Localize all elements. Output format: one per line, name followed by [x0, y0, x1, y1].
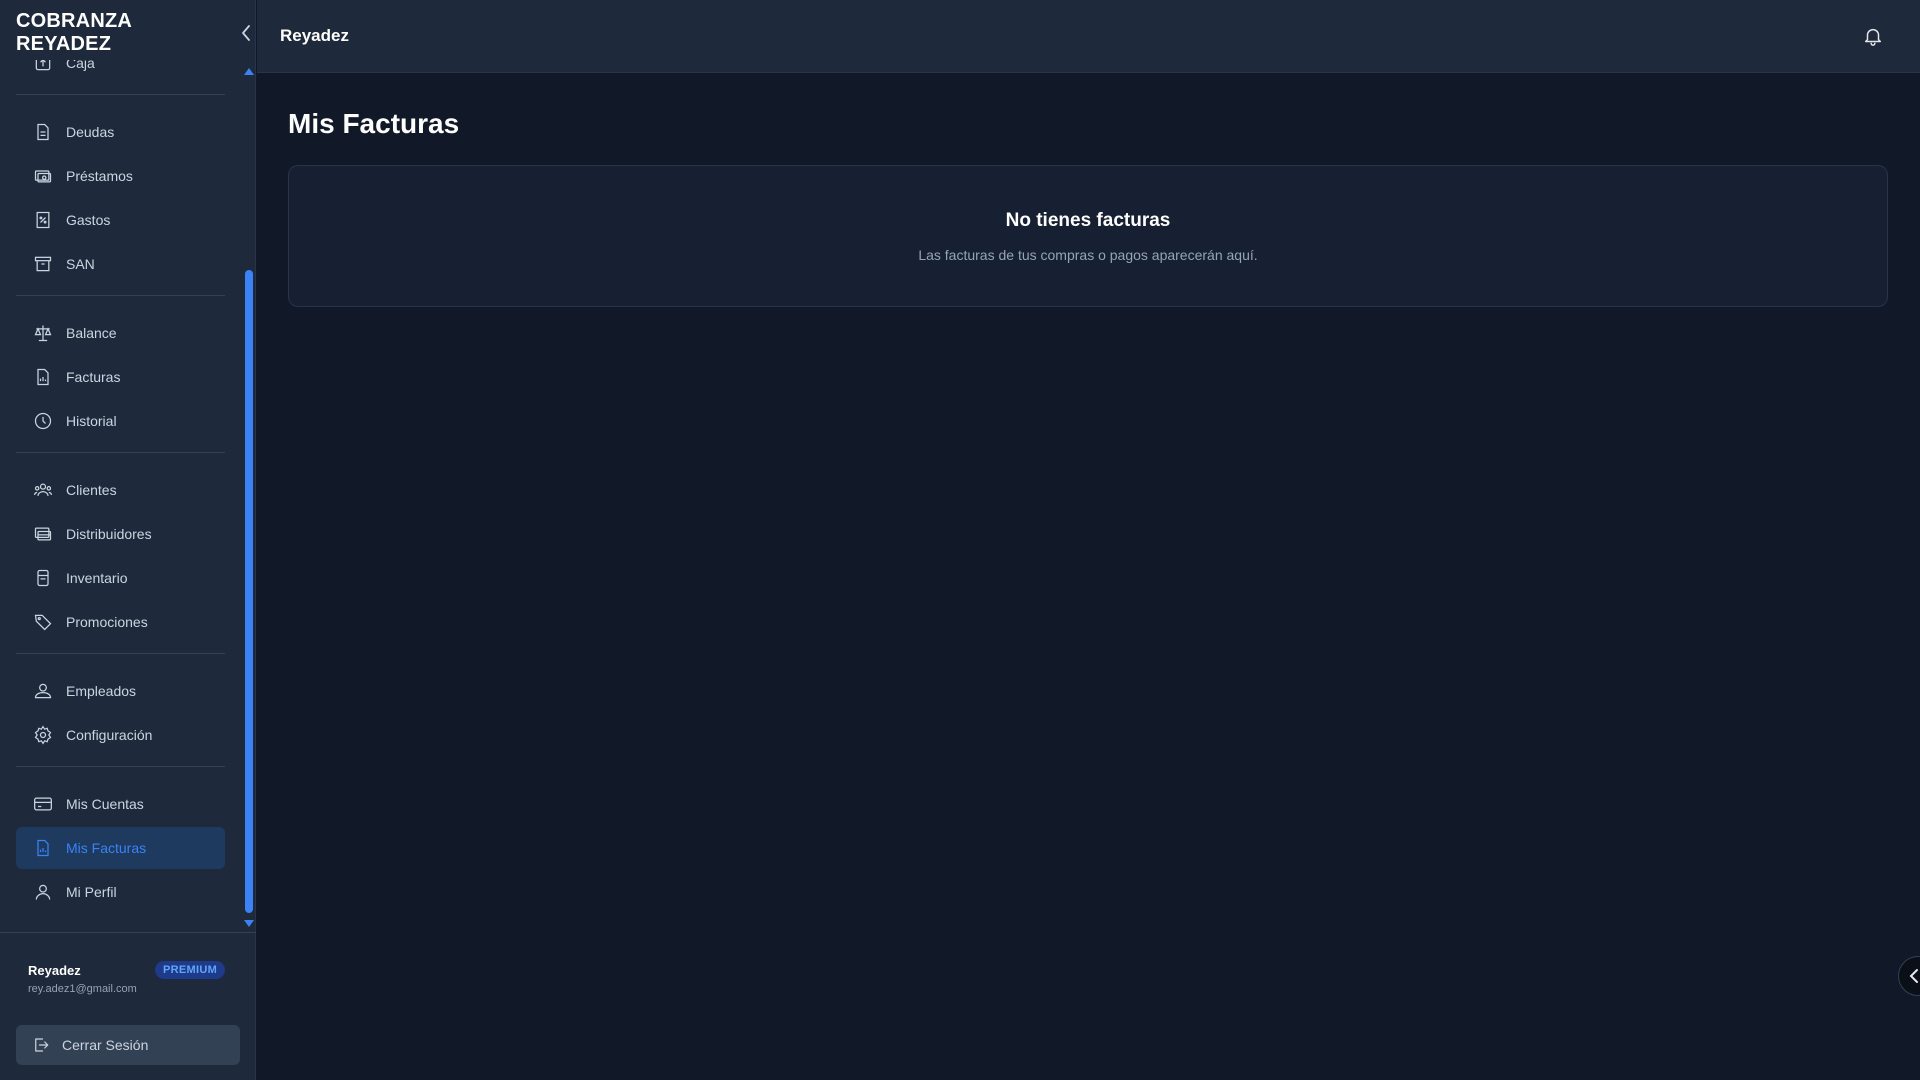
divider — [16, 94, 225, 95]
scale-icon — [32, 322, 54, 344]
user-panel: Reyadez PREMIUM rey.adez1@gmail.com Cerr… — [0, 932, 256, 1080]
sidebar-item-label: Promociones — [66, 614, 148, 630]
sidebar-item-mis-cuentas[interactable]: Mis Cuentas — [16, 783, 225, 825]
sidebar-item-label: Configuración — [66, 727, 153, 743]
page-title: Mis Facturas — [288, 108, 460, 139]
brand-title: COBRANZA REYADEZ — [16, 10, 132, 55]
sidebar-item-deudas[interactable]: Deudas — [16, 111, 225, 153]
document-chart-icon — [32, 837, 54, 859]
users-icon — [32, 479, 54, 501]
sidebar-item-label: Empleados — [66, 683, 137, 699]
sidebar-item-label: Facturas — [66, 369, 121, 385]
clock-icon — [32, 410, 54, 432]
sidebar-item-clientes[interactable]: Clientes — [16, 469, 225, 511]
sidebar: COBRANZA REYADEZ Caja Deudas Préstamos G… — [0, 0, 256, 1080]
gear-icon — [32, 724, 54, 746]
sidebar-item-historial[interactable]: Historial — [16, 400, 225, 442]
clipboard-icon — [32, 567, 54, 589]
bell-icon — [1864, 28, 1882, 46]
sidebar-item-label: Historial — [66, 413, 117, 429]
sidebar-item-label: Mi Perfil — [66, 884, 117, 900]
scroll-down-arrow[interactable] — [244, 920, 254, 927]
sidebar-item-balance[interactable]: Balance — [16, 312, 225, 354]
logout-icon — [35, 1038, 49, 1052]
user-email: rey.adez1@gmail.com — [28, 983, 137, 995]
logout-button[interactable]: Cerrar Sesión — [16, 1025, 240, 1065]
sidebar-item-facturas[interactable]: Facturas — [16, 356, 225, 398]
sidebar-item-caja[interactable]: Caja — [16, 60, 225, 84]
sidebar-item-prestamos[interactable]: Préstamos — [16, 155, 225, 197]
truck-card-icon — [32, 523, 54, 545]
user-group-icon — [32, 680, 54, 702]
sidebar-item-promociones[interactable]: Promociones — [16, 601, 225, 643]
sidebar-item-label: Distribuidores — [66, 526, 152, 542]
collapse-sidebar-button[interactable] — [237, 22, 255, 44]
sidebar-item-label: SAN — [66, 256, 95, 272]
scroll-up-arrow[interactable] — [244, 68, 254, 75]
chevron-left-icon — [242, 25, 251, 41]
document-chart-icon — [32, 366, 54, 388]
empty-state-subtitle: Las facturas de tus compras o pagos apar… — [918, 247, 1258, 263]
sidebar-item-label: Caja — [66, 60, 95, 71]
sidebar-item-mi-perfil[interactable]: Mi Perfil — [16, 871, 225, 913]
divider — [16, 295, 225, 296]
money-icon — [32, 165, 54, 187]
floating-toggle-button[interactable] — [1898, 956, 1920, 996]
sidebar-item-empleados[interactable]: Empleados — [16, 670, 225, 712]
top-header: Reyadez — [257, 0, 1920, 73]
logout-label: Cerrar Sesión — [62, 1037, 149, 1053]
chevron-left-icon — [1909, 969, 1918, 983]
brand: COBRANZA REYADEZ — [16, 10, 255, 55]
sidebar-item-label: Préstamos — [66, 168, 133, 184]
user-icon — [32, 881, 54, 903]
tag-icon — [32, 611, 54, 633]
sidebar-scrollbar-thumb[interactable] — [245, 270, 253, 913]
sidebar-item-inventario[interactable]: Inventario — [16, 557, 225, 599]
divider — [16, 452, 225, 453]
sidebar-item-mis-facturas[interactable]: Mis Facturas — [16, 827, 225, 869]
sidebar-item-configuracion[interactable]: Configuración — [16, 714, 225, 756]
sidebar-item-label: Inventario — [66, 570, 128, 586]
sidebar-item-label: Clientes — [66, 482, 117, 498]
sidebar-item-label: Mis Cuentas — [66, 796, 144, 812]
document-icon — [32, 121, 54, 143]
sidebar-item-gastos[interactable]: Gastos — [16, 199, 225, 241]
sidebar-nav-scroll[interactable]: Caja Deudas Préstamos Gastos SAN Balance… — [0, 60, 256, 932]
sidebar-item-label: Deudas — [66, 124, 115, 140]
divider — [16, 766, 225, 767]
sidebar-item-label: Gastos — [66, 212, 111, 228]
empty-state-title: No tienes facturas — [1005, 210, 1171, 231]
sidebar-item-label: Balance — [66, 325, 117, 341]
receipt-percent-icon — [32, 209, 54, 231]
archive-box-icon — [32, 253, 54, 275]
header-title: Reyadez — [280, 26, 349, 45]
sidebar-item-san[interactable]: SAN — [16, 243, 225, 285]
divider — [16, 653, 225, 654]
user-name: Reyadez — [28, 963, 81, 978]
credit-card-icon — [32, 793, 54, 815]
sidebar-item-label: Mis Facturas — [66, 840, 147, 856]
sidebar-item-distribuidores[interactable]: Distribuidores — [16, 513, 225, 555]
cash-register-icon — [32, 60, 54, 74]
premium-badge: PREMIUM — [155, 961, 226, 979]
notifications-button[interactable] — [1862, 24, 1884, 48]
empty-state-card: No tienes facturas Las facturas de tus c… — [288, 165, 1888, 307]
